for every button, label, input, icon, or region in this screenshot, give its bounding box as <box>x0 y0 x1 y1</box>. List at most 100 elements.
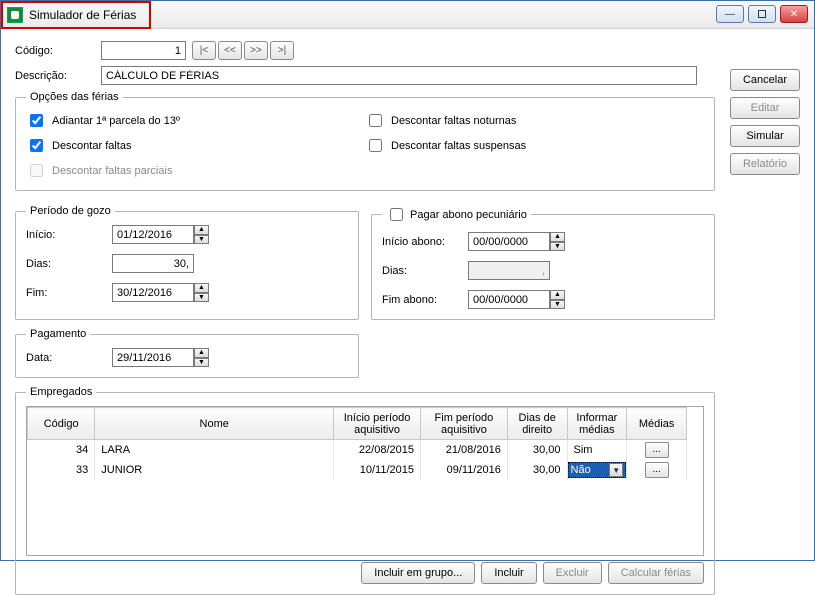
calcular-ferias-button: Calcular férias <box>608 562 704 584</box>
data-label: Data: <box>26 352 112 364</box>
window: Simulador de Férias — ✕ Código: |< << >>… <box>0 0 815 561</box>
descontar-faltas-checkbox[interactable]: Descontar faltas <box>26 136 365 155</box>
cell-dias: 30,00 <box>507 440 567 461</box>
adiantar-13-check-input[interactable] <box>30 114 43 127</box>
main-left: Código: |< << >> >| Descrição: Opções da… <box>15 41 715 595</box>
empregados-table: Código Nome Início período aquisitivo Fi… <box>27 407 687 480</box>
fim-down[interactable]: ▼ <box>194 293 209 303</box>
inicio-up[interactable]: ▲ <box>194 225 209 235</box>
cell-ini: 22/08/2015 <box>334 440 421 461</box>
periodo-legend: Período de gozo <box>26 205 115 217</box>
empregados-legend: Empregados <box>26 386 96 398</box>
cell-dias: 30,00 <box>507 460 567 480</box>
record-nav: |< << >> >| <box>190 41 294 60</box>
window-controls: — ✕ <box>716 5 808 23</box>
titlebar: Simulador de Férias — ✕ <box>1 1 814 29</box>
nav-next-button[interactable]: >> <box>244 41 268 60</box>
data-down[interactable]: ▼ <box>194 358 209 368</box>
nav-first-button[interactable]: |< <box>192 41 216 60</box>
cell-codigo: 33 <box>28 460 95 480</box>
empregados-buttons: Incluir em grupo... Incluir Excluir Calc… <box>26 562 704 584</box>
excluir-button: Excluir <box>543 562 602 584</box>
fim-up[interactable]: ▲ <box>194 283 209 293</box>
dias-abono-label: Dias: <box>382 265 468 277</box>
codigo-input[interactable] <box>101 41 186 60</box>
cell-informar[interactable]: Sim <box>567 440 627 461</box>
maximize-icon <box>758 10 766 18</box>
nav-prev-button[interactable]: << <box>218 41 242 60</box>
fim-abono-input[interactable] <box>468 290 550 309</box>
incluir-grupo-button[interactable]: Incluir em grupo... <box>361 562 475 584</box>
cell-nome: JUNIOR <box>95 460 334 480</box>
data-up[interactable]: ▲ <box>194 348 209 358</box>
col-codigo[interactable]: Código <box>28 408 95 440</box>
fim-abono-label: Fim abono: <box>382 294 468 306</box>
inicio-abono-down[interactable]: ▼ <box>550 242 565 252</box>
pagar-abono-checkbox[interactable] <box>390 208 403 221</box>
cell-codigo: 34 <box>28 440 95 461</box>
app-icon <box>7 7 23 23</box>
side-buttons: Cancelar Editar Simular Relatório <box>730 69 800 175</box>
inicio-label: Início: <box>26 229 112 241</box>
descricao-label: Descrição: <box>15 70 101 82</box>
dias-input[interactable] <box>112 254 194 273</box>
empregados-group: Empregados Código Nome Início período aq… <box>15 386 715 595</box>
chevron-down-icon[interactable]: ▼ <box>609 463 623 477</box>
col-nome[interactable]: Nome <box>95 408 334 440</box>
descontar-faltas-check-input[interactable] <box>30 139 43 152</box>
descontar-parciais-check-input <box>30 164 43 177</box>
minimize-button[interactable]: — <box>716 5 744 23</box>
relatorio-button: Relatório <box>730 153 800 175</box>
descontar-suspensas-check-input[interactable] <box>369 139 382 152</box>
col-ini[interactable]: Início período aquisitivo <box>334 408 421 440</box>
col-dias[interactable]: Dias de direito <box>507 408 567 440</box>
descontar-parciais-checkbox: Descontar faltas parciais <box>26 161 365 180</box>
cell-ini: 10/11/2015 <box>334 460 421 480</box>
col-medias[interactable]: Médias <box>627 408 687 440</box>
inicio-input[interactable] <box>112 225 194 244</box>
descricao-input[interactable] <box>101 66 697 85</box>
nav-last-button[interactable]: >| <box>270 41 294 60</box>
opcoes-ferias-group: Opções das férias Adiantar 1ª parcela do… <box>15 91 715 191</box>
fim-input[interactable] <box>112 283 194 302</box>
medias-button[interactable]: ... <box>645 462 669 478</box>
abono-group: Pagar abono pecuniário Início abono: ▲▼ … <box>371 205 715 320</box>
editar-button: Editar <box>730 97 800 119</box>
cell-medias: ... <box>627 440 687 461</box>
medias-button[interactable]: ... <box>645 442 669 458</box>
cell-informar-active[interactable]: Não▼ <box>567 460 627 480</box>
cancelar-button[interactable]: Cancelar <box>730 69 800 91</box>
fim-abono-down[interactable]: ▼ <box>550 300 565 310</box>
cell-medias: ... <box>627 460 687 480</box>
fim-label: Fim: <box>26 287 112 299</box>
table-row[interactable]: 33 JUNIOR 10/11/2015 09/11/2016 30,00 Nã… <box>28 460 687 480</box>
col-informar[interactable]: Informar médias <box>567 408 627 440</box>
periodo-gozo-group: Período de gozo Início: ▲▼ Dias: Fim: ▲▼ <box>15 205 359 320</box>
incluir-button[interactable]: Incluir <box>481 562 536 584</box>
pagamento-data-input[interactable] <box>112 348 194 367</box>
descontar-suspensas-checkbox[interactable]: Descontar faltas suspensas <box>365 136 704 155</box>
inicio-abono-label: Início abono: <box>382 236 468 248</box>
abono-legend[interactable]: Pagar abono pecuniário <box>382 205 531 224</box>
fim-abono-up[interactable]: ▲ <box>550 290 565 300</box>
codigo-label: Código: <box>15 45 101 57</box>
cell-nome: LARA <box>95 440 334 461</box>
opcoes-legend: Opções das férias <box>26 91 123 103</box>
simular-button[interactable]: Simular <box>730 125 800 147</box>
inicio-abono-up[interactable]: ▲ <box>550 232 565 242</box>
table-row[interactable]: 34 LARA 22/08/2015 21/08/2016 30,00 Sim … <box>28 440 687 461</box>
adiantar-13-checkbox[interactable]: Adiantar 1ª parcela do 13º <box>26 111 365 130</box>
close-button[interactable]: ✕ <box>780 5 808 23</box>
col-fim[interactable]: Fim período aquisitivo <box>420 408 507 440</box>
window-title: Simulador de Férias <box>29 8 136 22</box>
inicio-down[interactable]: ▼ <box>194 235 209 245</box>
empregados-table-wrap: Código Nome Início período aquisitivo Fi… <box>26 406 704 556</box>
pagamento-legend: Pagamento <box>26 328 90 340</box>
pagamento-group: Pagamento Data: ▲▼ <box>15 328 359 378</box>
dias-abono-input <box>468 261 550 280</box>
dias-label: Dias: <box>26 258 112 270</box>
maximize-button[interactable] <box>748 5 776 23</box>
descontar-noturnas-checkbox[interactable]: Descontar faltas noturnas <box>365 111 704 130</box>
inicio-abono-input[interactable] <box>468 232 550 251</box>
descontar-noturnas-check-input[interactable] <box>369 114 382 127</box>
